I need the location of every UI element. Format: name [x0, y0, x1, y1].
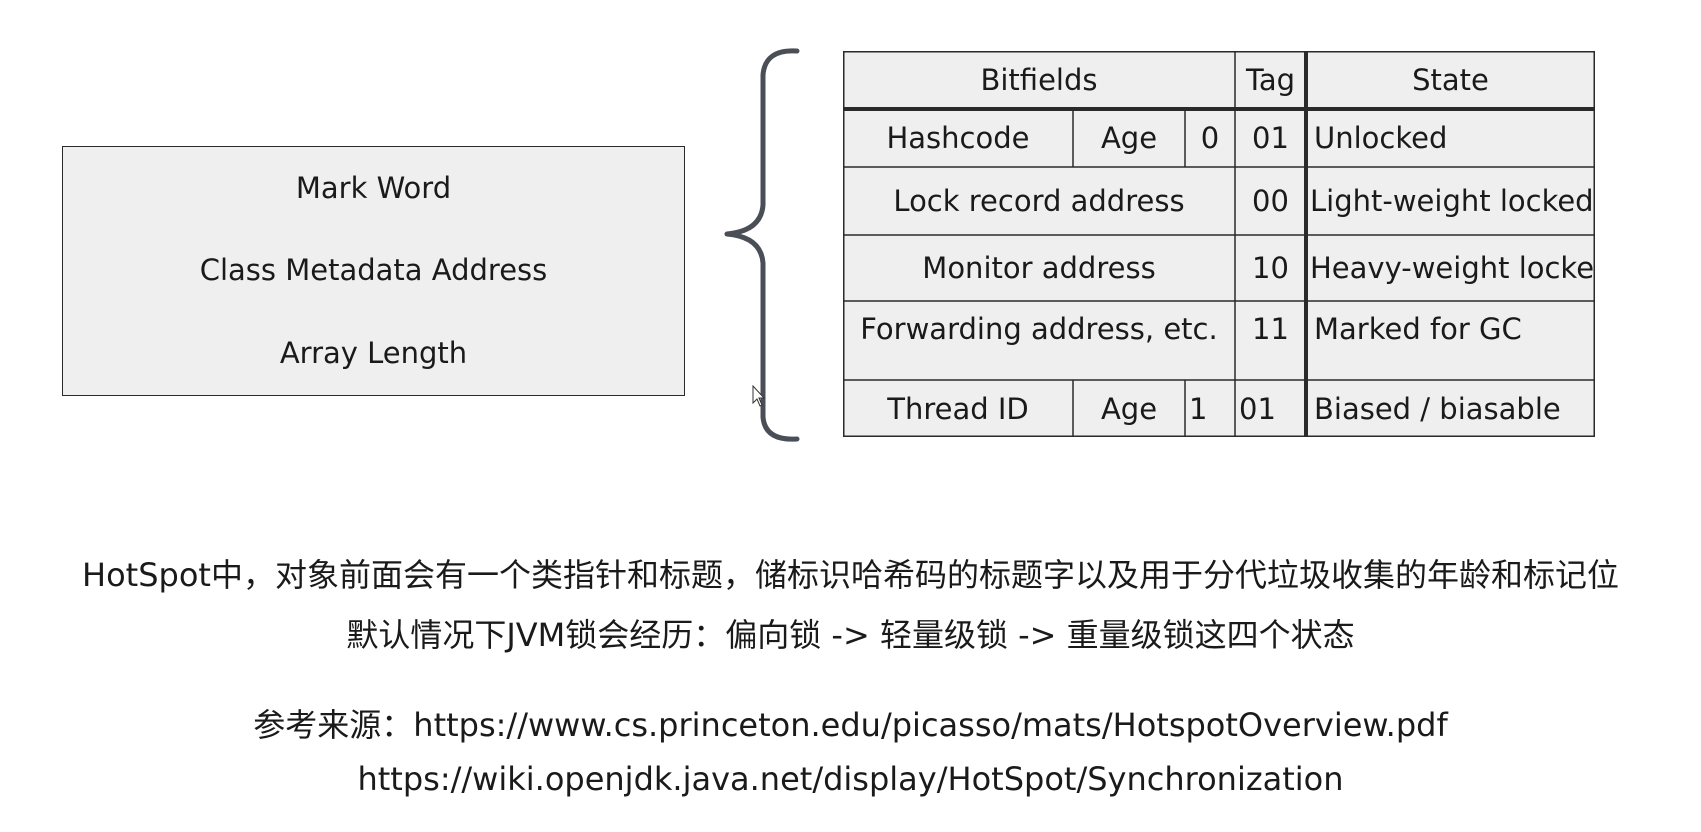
- header-bitfields: Bitfields: [980, 63, 1098, 97]
- caption-reference-1: 参考来源：https://www.cs.princeton.edu/picass…: [253, 706, 1448, 744]
- cell-state: Biased / biasable: [1314, 391, 1561, 426]
- cell-tag: 01: [1239, 391, 1276, 426]
- cell-tag: 11: [1252, 312, 1289, 346]
- cell-state: Marked for GC: [1314, 312, 1522, 346]
- cell-tag: 10: [1252, 251, 1289, 285]
- caption-lock-states: 默认情况下JVM锁会经历：偏向锁 -> 轻量级锁 -> 重量级锁这四个状态: [346, 616, 1355, 654]
- cell-state: Unlocked: [1314, 121, 1448, 155]
- mouse-pointer-icon: [752, 385, 766, 407]
- cell-age: Age: [1100, 121, 1158, 155]
- object-header-diagram: Mark Word Class Metadata Address Array L…: [62, 146, 685, 396]
- caption-reference-2: https://wiki.openjdk.java.net/display/Ho…: [357, 760, 1344, 798]
- cell-bitfields: Lock record address: [893, 184, 1185, 218]
- cell-bias-bit: 0: [1200, 121, 1220, 155]
- mark-word-box: Mark Word: [63, 147, 684, 230]
- class-metadata-address-box: Class Metadata Address: [63, 229, 684, 312]
- cell-tag: 00: [1252, 184, 1289, 218]
- cell-hashcode: Hashcode: [886, 121, 1030, 155]
- mark-word-state-table: Bitfields Tag State Hashcode Age 0 01 Un…: [843, 51, 1595, 437]
- header-state: State: [1412, 63, 1489, 97]
- cell-state: Heavy-weight locked: [1310, 251, 1595, 285]
- caption-description: HotSpot中，对象前面会有一个类指针和标题，储标识哈希码的标题字以及用于分代…: [82, 556, 1619, 594]
- cell-tag: 01: [1252, 121, 1289, 155]
- cell-bitfields: Forwarding address, etc.: [860, 312, 1218, 346]
- cell-bitfields: Monitor address: [922, 251, 1156, 285]
- cell-age: Age: [1100, 391, 1158, 426]
- cell-state: Light-weight locked: [1310, 184, 1594, 218]
- header-tag: Tag: [1245, 63, 1296, 97]
- cell-thread-id: Thread ID: [887, 391, 1029, 426]
- cell-bias-bit: 1: [1189, 391, 1208, 426]
- array-length-box: Array Length: [63, 311, 684, 395]
